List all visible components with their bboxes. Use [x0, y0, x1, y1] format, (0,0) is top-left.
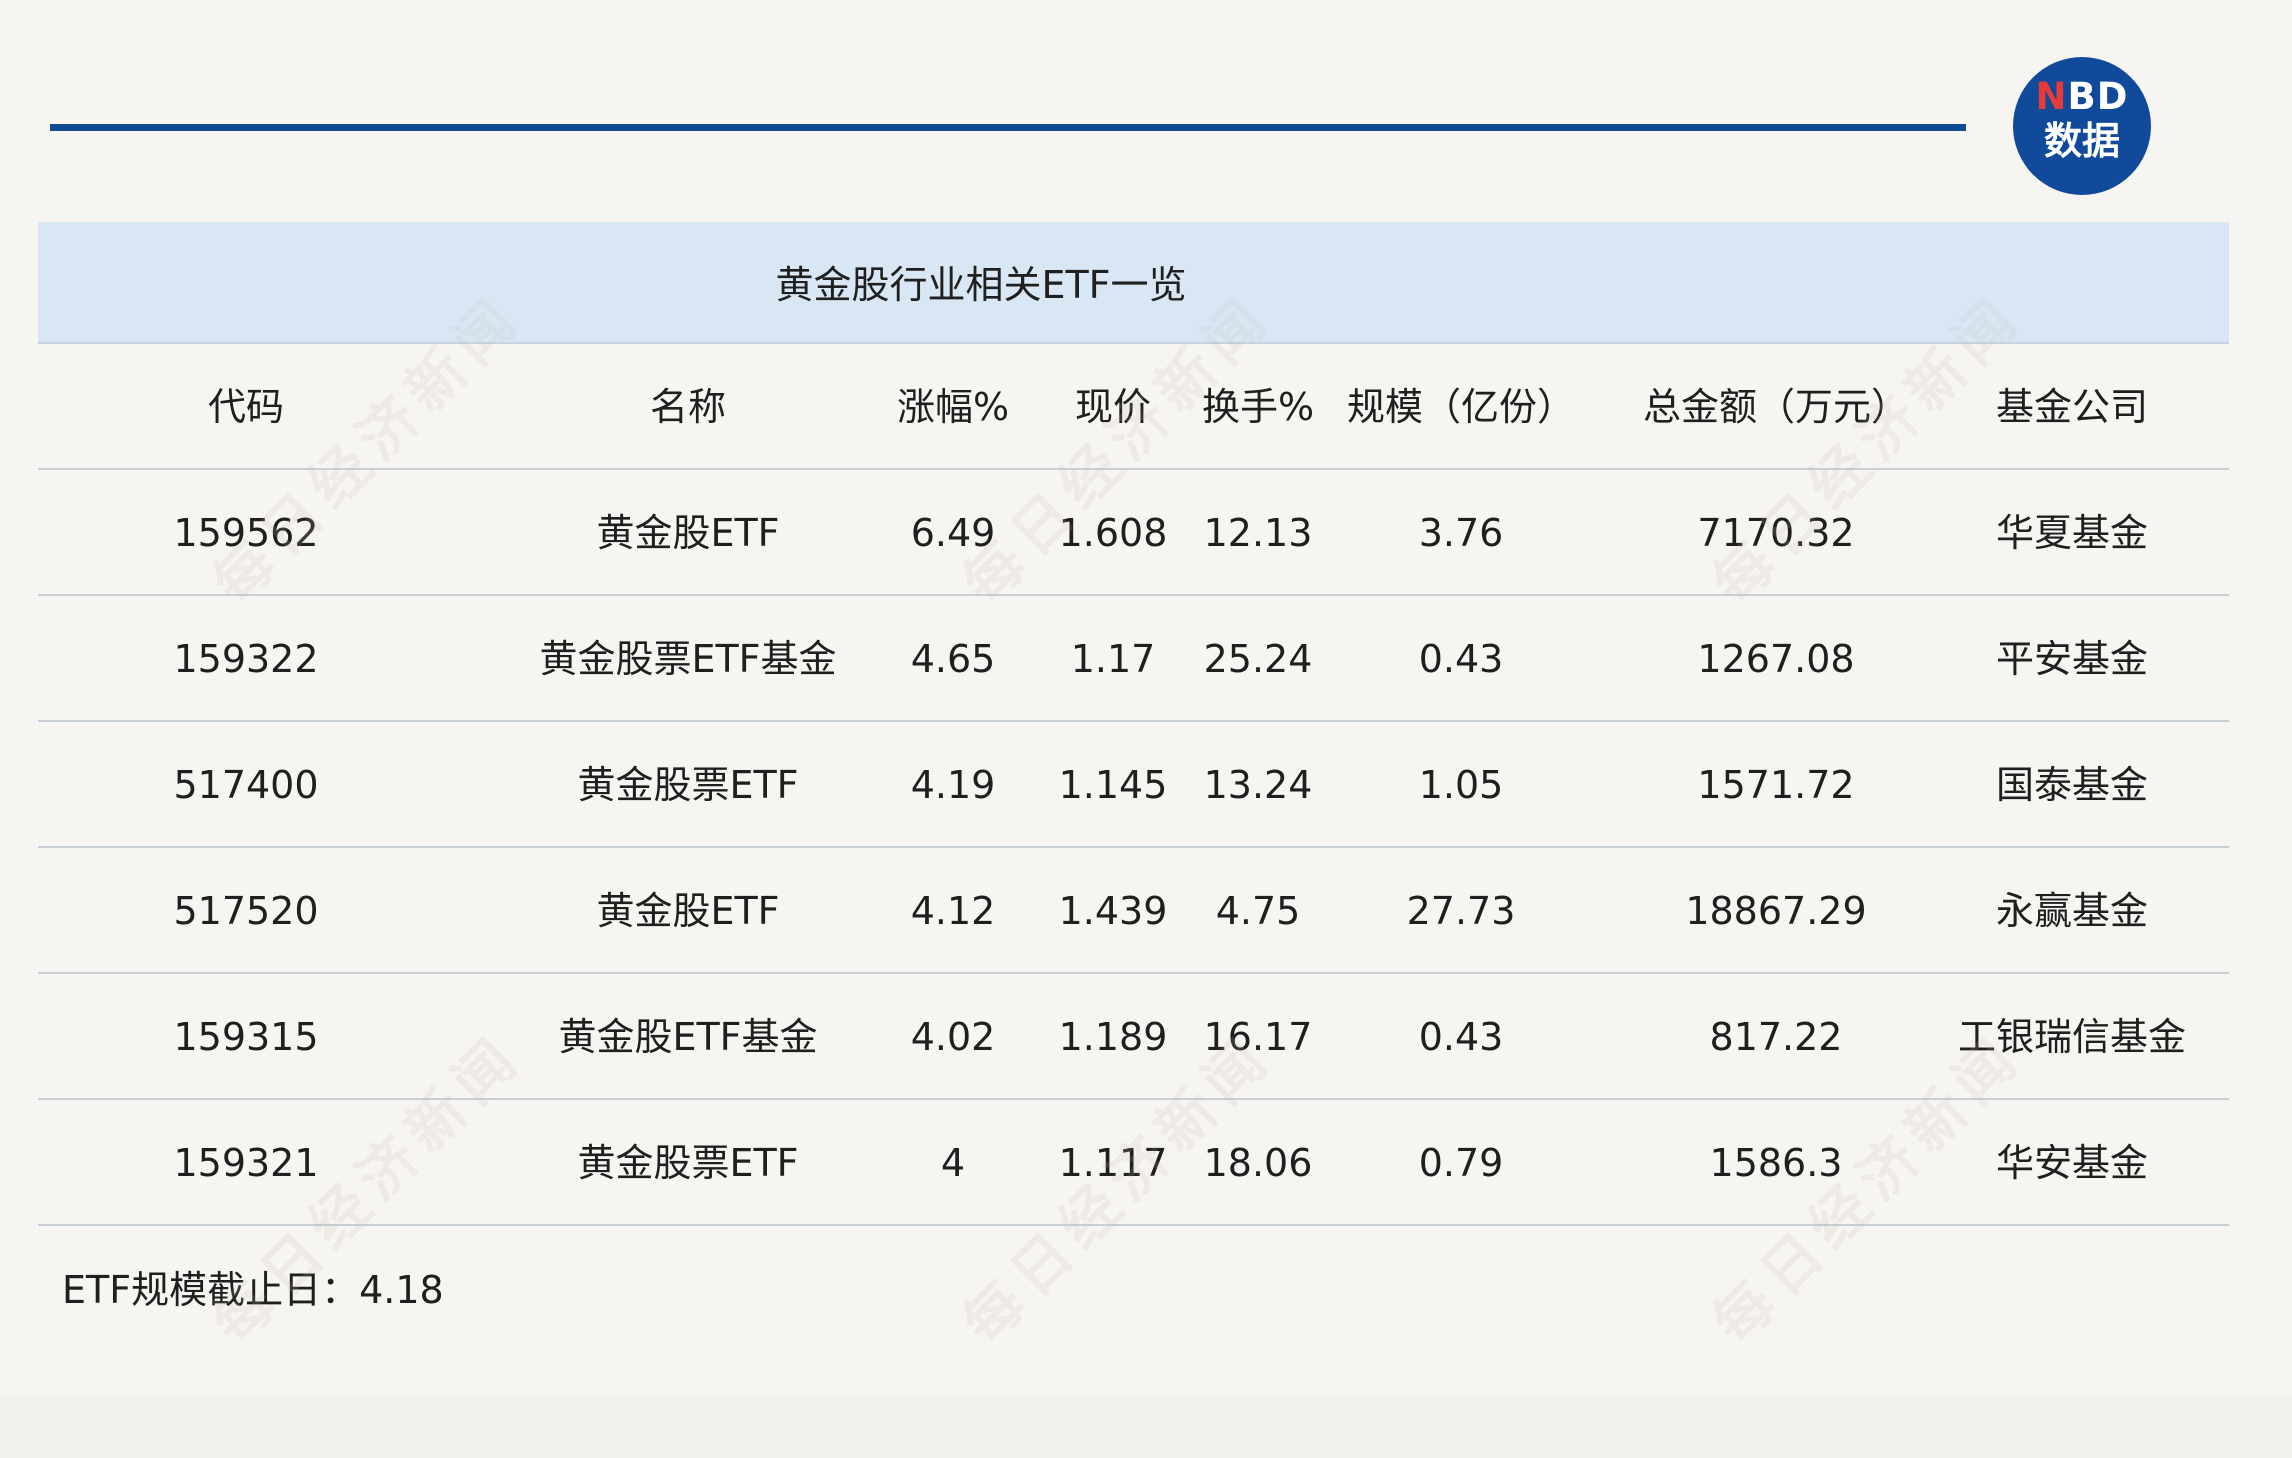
- table-row: 517520 黄金股ETF 4.12 1.439 4.75 27.73 1886…: [38, 848, 2229, 974]
- bottom-band: [0, 1397, 2292, 1458]
- amount-cell: 1267.08: [1697, 637, 1855, 681]
- price-cell: 1.17: [1070, 637, 1156, 681]
- logo-bd: BD: [2067, 75, 2129, 118]
- code-cell: 159322: [173, 637, 319, 681]
- logo-n: N: [2035, 75, 2068, 118]
- table-title: 黄金股行业相关ETF一览: [775, 263, 1187, 307]
- company-cell: 华安基金: [1995, 1141, 2148, 1185]
- scale-cell: 0.43: [1418, 1015, 1504, 1059]
- price-cell: 1.145: [1058, 763, 1168, 807]
- header-name: 名称: [649, 385, 726, 429]
- footnote: ETF规模截止日：4.18: [62, 1268, 444, 1312]
- price-cell: 1.189: [1058, 1015, 1168, 1059]
- amount-cell: 817.22: [1709, 1015, 1843, 1059]
- change-cell: 4.02: [910, 1015, 996, 1059]
- table-row: 159322 黄金股票ETF基金 4.65 1.17 25.24 0.43 12…: [38, 596, 2229, 722]
- company-cell: 华夏基金: [1995, 511, 2148, 555]
- company-cell: 永赢基金: [1995, 889, 2148, 933]
- name-cell: 黄金股票ETF: [577, 763, 799, 807]
- top-rule: [50, 124, 1966, 131]
- table-row: 159321 黄金股票ETF 4 1.117 18.06 0.79 1586.3…: [38, 1100, 2229, 1226]
- table-row: 159315 黄金股ETF基金 4.02 1.189 16.17 0.43 81…: [38, 974, 2229, 1100]
- name-cell: 黄金股ETF: [596, 889, 780, 933]
- nbd-data-logo: NBD 数据: [2013, 57, 2151, 195]
- price-cell: 1.117: [1058, 1141, 1168, 1185]
- code-cell: 517520: [173, 889, 319, 933]
- logo-top: NBD: [2013, 77, 2151, 117]
- name-cell: 黄金股ETF: [596, 511, 780, 555]
- amount-cell: 18867.29: [1685, 889, 1867, 933]
- name-cell: 黄金股票ETF: [577, 1141, 799, 1185]
- header-code: 代码: [207, 385, 284, 429]
- name-cell: 黄金股票ETF基金: [539, 637, 837, 681]
- table-row: 159562 黄金股ETF 6.49 1.608 12.13 3.76 7170…: [38, 470, 2229, 596]
- amount-cell: 1571.72: [1697, 763, 1855, 807]
- scale-cell: 0.43: [1418, 637, 1504, 681]
- change-cell: 4: [940, 1141, 966, 1185]
- code-cell: 159315: [173, 1015, 319, 1059]
- header-change: 涨幅%: [896, 385, 1010, 429]
- header-row: 代码 名称 涨幅% 现价 换手% 规模（亿份） 总金额（万元） 基金公司: [38, 344, 2229, 470]
- change-cell: 6.49: [910, 511, 996, 555]
- code-cell: 159321: [173, 1141, 319, 1185]
- logo-bottom: 数据: [2043, 119, 2120, 163]
- price-cell: 1.608: [1058, 511, 1168, 555]
- code-cell: 517400: [173, 763, 319, 807]
- header-price: 现价: [1074, 385, 1151, 429]
- change-cell: 4.65: [910, 637, 996, 681]
- company-cell: 平安基金: [1995, 637, 2148, 681]
- amount-cell: 1586.3: [1709, 1141, 1843, 1185]
- scale-cell: 0.79: [1418, 1141, 1504, 1185]
- price-cell: 1.439: [1058, 889, 1168, 933]
- header-scale: 规模（亿份）: [1346, 385, 1575, 429]
- header-amount: 总金额（万元）: [1642, 385, 1909, 429]
- amount-cell: 7170.32: [1697, 511, 1855, 555]
- scale-cell: 3.76: [1418, 511, 1504, 555]
- company-cell: 国泰基金: [1995, 763, 2148, 807]
- change-cell: 4.19: [910, 763, 996, 807]
- table-title-bar: 黄金股行业相关ETF一览: [38, 222, 2229, 344]
- change-cell: 4.12: [910, 889, 996, 933]
- company-cell: 工银瑞信基金: [1957, 1015, 2186, 1059]
- table-row: 517400 黄金股票ETF 4.19 1.145 13.24 1.05 157…: [38, 722, 2229, 848]
- scale-cell: 1.05: [1418, 763, 1504, 807]
- scale-cell: 27.73: [1406, 889, 1516, 933]
- code-cell: 159562: [173, 511, 319, 555]
- name-cell: 黄金股ETF基金: [558, 1015, 818, 1059]
- header-company: 基金公司: [1995, 385, 2148, 429]
